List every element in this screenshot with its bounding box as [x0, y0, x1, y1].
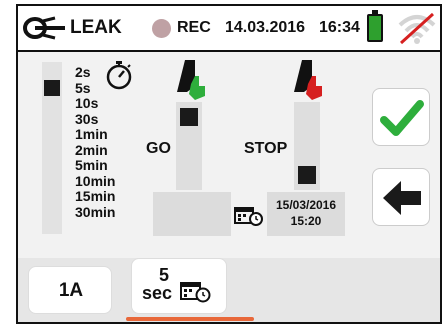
schedule-date: 15/03/2016 — [275, 198, 337, 212]
duration-option[interactable]: 2min — [75, 142, 115, 159]
duration-option[interactable]: 10min — [75, 173, 115, 190]
header-date: 14.03.2016 — [225, 19, 306, 36]
stopwatch-icon — [106, 61, 132, 90]
go-label: GO — [146, 140, 171, 157]
duration-option[interactable]: 15min — [75, 188, 115, 205]
mode-label: LEAK — [70, 17, 122, 38]
range-tab-label: 1A — [58, 280, 84, 301]
footer-bar: 1A 5 sec — [18, 258, 440, 322]
record-dot-icon — [152, 19, 171, 38]
schedule-time: 15:20 — [290, 214, 322, 228]
confirm-button[interactable] — [372, 88, 430, 146]
duration-option[interactable]: 30s — [75, 111, 115, 128]
duration-option[interactable]: 30min — [75, 204, 115, 221]
interval-tab[interactable]: 5 sec — [131, 258, 227, 314]
calendar-clock-icon — [234, 207, 263, 226]
header-bar: LEAK REC 14.03.2016 16:34 — [18, 6, 440, 52]
hand-red-icon — [294, 60, 322, 100]
calendar-clock-icon — [180, 282, 211, 303]
back-arrow-icon — [383, 181, 421, 215]
range-tab[interactable]: 1A — [28, 266, 112, 314]
stop-slider-thumb[interactable] — [298, 166, 316, 184]
duration-slider-thumb[interactable] — [44, 80, 60, 96]
clamp-icon — [23, 16, 65, 40]
header-time: 16:34 — [319, 19, 360, 36]
left-edge — [0, 0, 16, 327]
instrument-screen: LEAK REC 14.03.2016 16:34 2s 5s 10s 30s … — [16, 4, 442, 324]
go-slider-thumb[interactable] — [180, 108, 198, 126]
duration-option[interactable]: 5min — [75, 157, 115, 174]
wifi-off-icon — [398, 12, 436, 45]
battery-icon — [367, 10, 383, 42]
app-frame: LEAK REC 14.03.2016 16:34 2s 5s 10s 30s … — [0, 0, 446, 327]
interval-unit: sec — [142, 283, 173, 303]
back-button[interactable] — [372, 168, 430, 226]
rec-label: REC — [177, 19, 211, 36]
duration-option[interactable]: 10s — [75, 95, 115, 112]
checkmark-icon — [380, 100, 424, 136]
stop-label: STOP — [244, 140, 288, 157]
go-value-box — [153, 192, 231, 236]
hand-green-icon — [177, 60, 205, 100]
active-tab-underline — [126, 317, 254, 321]
duration-option[interactable]: 1min — [75, 126, 115, 143]
